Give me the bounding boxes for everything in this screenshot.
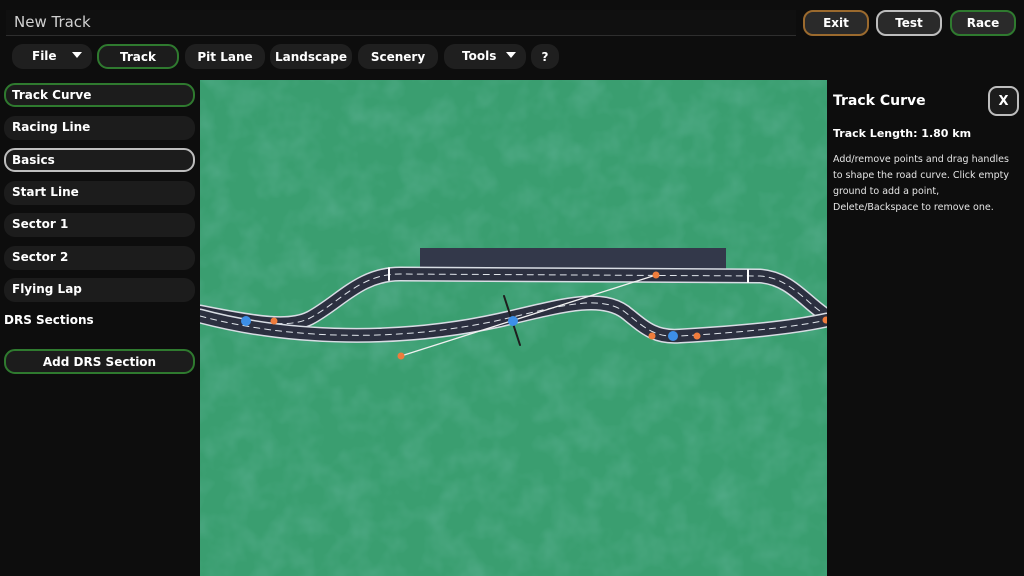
chevron-down-icon xyxy=(506,52,516,58)
drs-sections-heading: DRS Sections xyxy=(4,313,94,327)
add-drs-section-button[interactable]: Add DRS Section xyxy=(4,349,195,374)
exit-button[interactable]: Exit xyxy=(803,10,869,36)
panel-title: Track Curve xyxy=(833,93,926,109)
tab-pit-lane[interactable]: Pit Lane xyxy=(185,44,265,69)
file-menu-label: File xyxy=(32,49,57,63)
help-button[interactable]: ? xyxy=(531,44,559,69)
tab-landscape[interactable]: Landscape xyxy=(270,44,352,69)
chevron-down-icon xyxy=(72,52,82,58)
sidebar-item-sector-2[interactable]: Sector 2 xyxy=(4,246,195,270)
control-point[interactable] xyxy=(241,316,251,326)
track-length-readout: Track Length: 1.80 km xyxy=(833,127,972,140)
control-point[interactable] xyxy=(508,316,518,326)
sidebar-item-racing-line[interactable]: Racing Line xyxy=(4,116,195,140)
close-panel-button[interactable]: X xyxy=(988,86,1019,116)
curve-handle[interactable] xyxy=(648,332,656,340)
help-text: Add/remove points and drag handles to sh… xyxy=(833,154,1010,213)
tools-menu-label: Tools xyxy=(462,49,497,63)
tools-menu-button[interactable]: Tools xyxy=(444,44,526,69)
track-canvas[interactable] xyxy=(200,80,827,576)
sidebar-item-sector-1[interactable]: Sector 1 xyxy=(4,213,195,237)
track-name-field[interactable]: New Track xyxy=(6,10,796,36)
race-button[interactable]: Race xyxy=(950,10,1016,36)
curve-handle[interactable] xyxy=(652,271,660,279)
tab-scenery[interactable]: Scenery xyxy=(358,44,438,69)
sidebar-item-start-line[interactable]: Start Line xyxy=(4,181,195,205)
tab-track[interactable]: Track xyxy=(97,44,179,69)
pit-building xyxy=(420,248,726,270)
test-button[interactable]: Test xyxy=(876,10,942,36)
sidebar-item-track-curve[interactable]: Track Curve xyxy=(4,83,195,107)
curve-handle[interactable] xyxy=(270,317,278,325)
track-editor-viewport[interactable] xyxy=(200,80,827,576)
sidebar-item-basics[interactable]: Basics xyxy=(4,148,195,172)
sidebar-item-flying-lap[interactable]: Flying Lap xyxy=(4,278,195,302)
curve-handle[interactable] xyxy=(397,352,405,360)
curve-handle[interactable] xyxy=(693,332,701,340)
file-menu-button[interactable]: File xyxy=(12,44,92,69)
control-point[interactable] xyxy=(668,331,678,341)
